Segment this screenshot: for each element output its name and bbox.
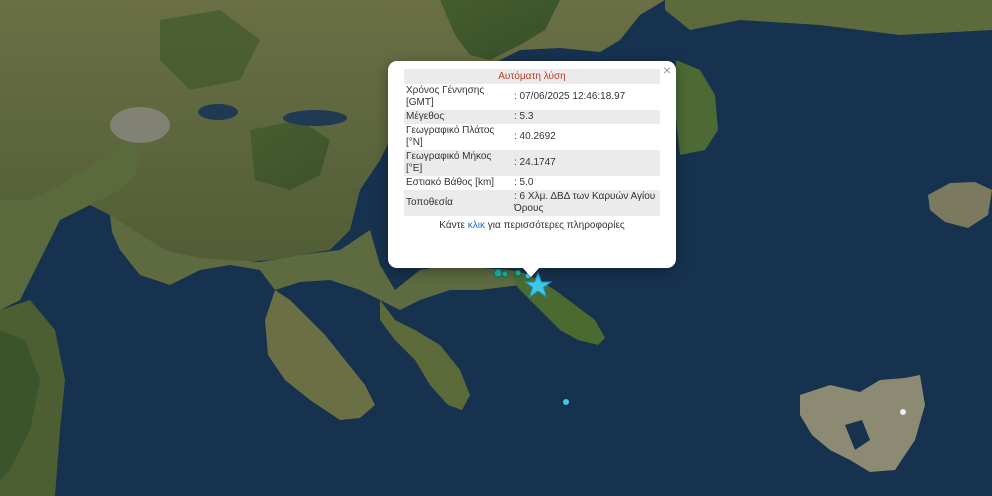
- detail-value: : 24.1747: [512, 150, 660, 176]
- aftershock-dot[interactable]: [563, 399, 569, 405]
- popup-tip: [522, 267, 540, 277]
- detail-label: Εστιακό Βάθος [km]: [406, 177, 495, 188]
- detail-row: Τοποθεσία: 6 Χλμ. ΔΒΔ των Καρυών Αγίου Ό…: [404, 190, 660, 216]
- aftershock-dot[interactable]: [501, 270, 509, 278]
- aftershock-dot[interactable]: [493, 268, 503, 278]
- detail-label: Γεωγραφικό Μήκος [°E]: [404, 150, 512, 176]
- detail-row: Χρόνος Γέννησης [GMT] : 07/06/2025 12:46:…: [404, 84, 660, 110]
- close-icon[interactable]: ×: [663, 63, 671, 77]
- detail-label: Τοποθεσία: [404, 190, 512, 216]
- detail-label: Μέγεθος: [404, 110, 512, 124]
- detail-value: : 6 Χλμ. ΔΒΔ των Καρυών Αγίου Όρους: [512, 190, 660, 216]
- popup-title: Αυτόματη λύση: [404, 69, 660, 84]
- lake-koronia: [198, 104, 238, 120]
- detail-value: : 5.0: [514, 177, 534, 188]
- more-info-link[interactable]: κλικ: [468, 220, 485, 231]
- earthquake-details-table: Χρόνος Γέννησης [GMT] : 07/06/2025 12:46:…: [404, 84, 660, 216]
- thessaloniki-city: [110, 107, 170, 143]
- detail-row: Γεωγραφικό Μήκος [°E]: 24.1747: [404, 150, 660, 176]
- earthquake-popup: × Αυτόματη λύση Χρόνος Γέννησης [GMT] : 0…: [388, 61, 676, 277]
- aftershock-dot[interactable]: [514, 269, 522, 277]
- detail-label: Χρόνος Γέννησης [GMT]: [406, 85, 485, 108]
- detail-label: Γεωγραφικό Πλάτος [°N]: [406, 125, 495, 148]
- detail-value: : 5.3: [512, 110, 660, 124]
- lake-volvi: [283, 110, 347, 126]
- detail-row: Εστιακό Βάθος [km] : 5.0: [404, 176, 660, 190]
- detail-row: Μέγεθος: 5.3: [404, 110, 660, 124]
- detail-row: Γεωγραφικό Πλάτος [°N] : 40.2692: [404, 124, 660, 150]
- footer-prefix: Κάντε: [439, 220, 468, 231]
- popup-footer: Κάντε κλικ για περισσότερες πληροφορίες: [404, 220, 660, 231]
- detail-value: : 40.2692: [514, 131, 556, 142]
- location-marker: [900, 409, 906, 415]
- detail-value: : 07/06/2025 12:46:18.97: [514, 91, 626, 102]
- footer-suffix: για περισσότερες πληροφορίες: [485, 220, 625, 231]
